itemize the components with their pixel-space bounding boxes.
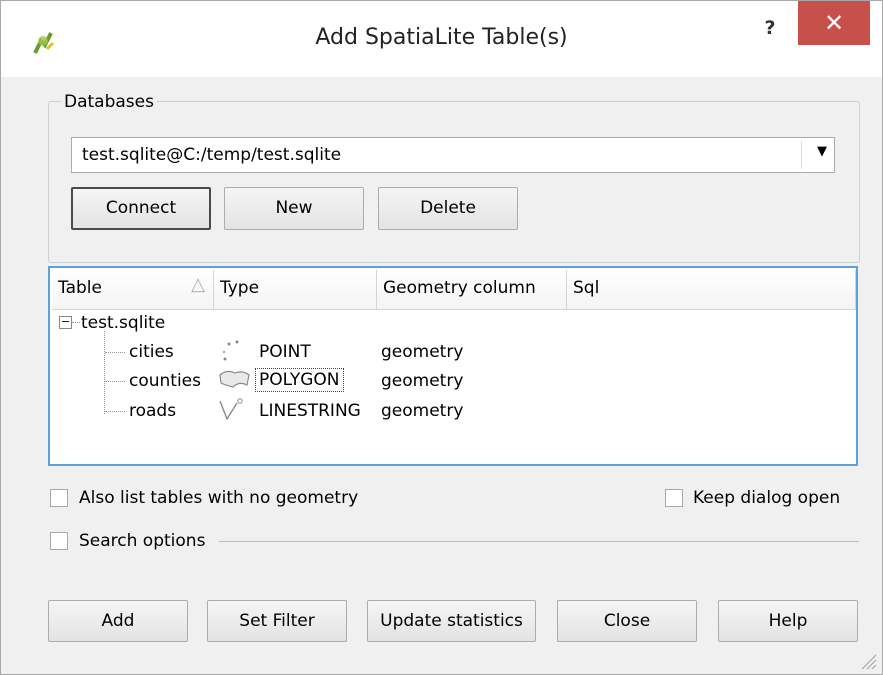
search-options-divider	[219, 541, 859, 542]
add-button[interactable]: Add	[48, 600, 188, 642]
tree-connector	[105, 352, 125, 353]
help-icon[interactable]: ?	[753, 13, 787, 47]
database-select[interactable]: test.sqlite@C:/temp/test.sqlite ▼	[71, 137, 835, 173]
also-list-checkbox[interactable]	[50, 489, 68, 507]
close-button[interactable]: Close	[557, 600, 697, 642]
header-geometry-column[interactable]: Geometry column	[377, 270, 567, 310]
database-select-value: test.sqlite@C:/temp/test.sqlite	[82, 145, 342, 165]
help-button[interactable]: Help	[718, 600, 858, 642]
window-title: Add SpatiaLite Table(s)	[315, 25, 568, 50]
line-icon	[219, 398, 243, 421]
also-list-label[interactable]: Also list tables with no geometry	[79, 488, 358, 508]
search-options-label[interactable]: Search options	[79, 531, 205, 551]
tree-connector	[105, 411, 125, 412]
table-row-name[interactable]: roads	[129, 401, 176, 421]
new-button[interactable]: New	[224, 187, 364, 230]
polygon-icon	[219, 370, 250, 388]
combo-divider	[801, 141, 802, 169]
delete-button[interactable]: Delete	[378, 187, 518, 230]
header-table[interactable]: Table △	[52, 270, 214, 310]
set-filter-button[interactable]: Set Filter	[207, 600, 347, 642]
search-options-checkbox[interactable]	[50, 532, 68, 550]
tree-connector	[105, 381, 125, 382]
tree-root-database[interactable]: test.sqlite	[81, 313, 165, 333]
databases-group-title: Databases	[61, 92, 157, 112]
header-table-label: Table	[58, 278, 102, 298]
header-geometry-label: Geometry column	[383, 278, 536, 298]
table-row-type-selected[interactable]: POLYGON	[255, 368, 344, 392]
connect-button[interactable]: Connect	[71, 187, 211, 230]
tree-connector	[72, 322, 80, 323]
header-type-label: Type	[220, 278, 260, 298]
point-icon	[222, 340, 239, 361]
tree-connector	[104, 331, 105, 414]
sort-up-icon: △	[191, 274, 205, 295]
table-row-geometry[interactable]: geometry	[381, 371, 463, 391]
table-row-name[interactable]: cities	[129, 342, 174, 362]
header-type[interactable]: Type	[214, 270, 377, 310]
header-sql-label: Sql	[573, 278, 600, 298]
keep-open-label[interactable]: Keep dialog open	[693, 488, 840, 508]
table-row-name[interactable]: counties	[129, 371, 201, 391]
dialog-window: Add SpatiaLite Table(s) ? ✕ Databases te…	[0, 0, 883, 675]
table-row-type[interactable]: POINT	[259, 342, 311, 362]
table-row-geometry[interactable]: geometry	[381, 342, 463, 362]
title-bar: Add SpatiaLite Table(s) ? ✕	[1, 1, 882, 77]
collapse-icon[interactable]: −	[59, 316, 72, 329]
update-statistics-button[interactable]: Update statistics	[367, 600, 536, 642]
header-sql[interactable]: Sql	[567, 270, 856, 310]
resize-grip-icon[interactable]	[856, 649, 878, 671]
table-row-geometry[interactable]: geometry	[381, 401, 463, 421]
tables-tree[interactable]: Table △ Type Geometry column Sql	[48, 266, 858, 466]
databases-group	[48, 101, 860, 263]
keep-open-checkbox[interactable]	[665, 489, 683, 507]
table-row-type[interactable]: LINESTRING	[259, 401, 361, 421]
dropdown-arrow-icon[interactable]: ▼	[817, 144, 827, 159]
close-window-button[interactable]: ✕	[798, 1, 870, 45]
